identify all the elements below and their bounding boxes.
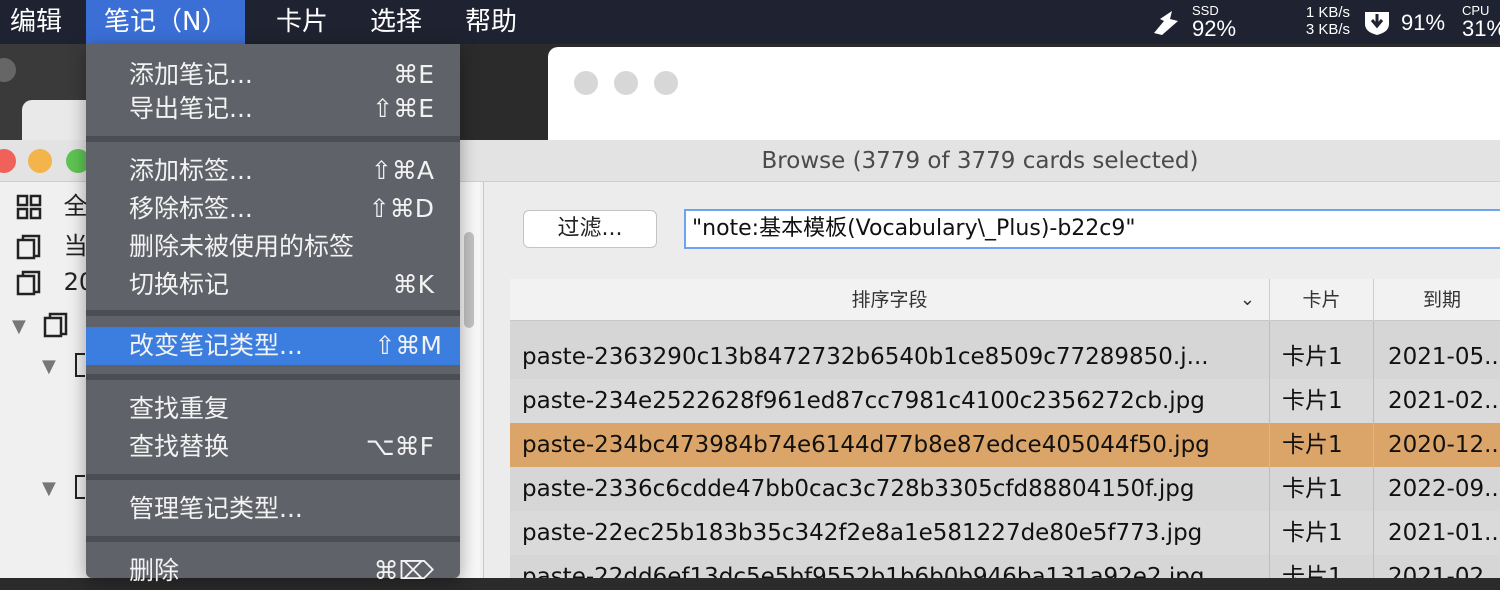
menu-edit[interactable]: 编辑: [10, 0, 62, 44]
sidebar-subgroup[interactable]: ▼: [42, 350, 86, 384]
sidebar-item-current[interactable]: 当: [16, 226, 88, 260]
table-row[interactable]: paste-22dd6ef13dc5e5bf9552b1b6b0b946ba13…: [510, 555, 1500, 578]
close-button[interactable]: [0, 149, 16, 173]
minimize-dot[interactable]: [614, 71, 638, 95]
sidebar-item-label: 全: [63, 192, 88, 220]
chevron-down-icon: ⌄: [1239, 289, 1255, 310]
menu-item-add-note[interactable]: 添加笔记... ⌘E: [86, 56, 460, 94]
column-sort-field[interactable]: 排序字段 ⌄: [510, 279, 1270, 321]
table-row-selected[interactable]: paste-234bc473984b74e6144d77b8e87edce405…: [510, 423, 1500, 467]
menu-separator: [86, 136, 460, 142]
deck-icon: [75, 475, 86, 499]
menu-select[interactable]: 选择: [370, 0, 422, 44]
shortcut-label: ⇧⌘D: [368, 194, 434, 223]
minimize-button[interactable]: [28, 149, 52, 173]
menu-separator: [86, 310, 460, 316]
column-header-label: 排序字段: [851, 289, 928, 311]
filter-button[interactable]: 过滤...: [523, 210, 657, 248]
sidebar-item-label: 当: [63, 232, 88, 260]
cell-due: 2021-02...: [1374, 555, 1500, 578]
deck-icon: [16, 234, 41, 260]
cell-card: 卡片1: [1270, 379, 1374, 423]
table-row[interactable]: paste-2336c6cdde47bb0cac3c728b3305cfd888…: [510, 467, 1500, 511]
menu-item-manage-note-types[interactable]: 管理笔记类型...: [86, 490, 460, 528]
disclosure-triangle-icon[interactable]: ▼: [42, 356, 56, 377]
disclosure-triangle-icon[interactable]: ▼: [42, 478, 56, 499]
cell-sort-field: paste-234e2522628f961ed87cc7981c4100c235…: [510, 379, 1270, 423]
menu-cards[interactable]: 卡片: [276, 0, 328, 44]
menu-item-toggle-mark[interactable]: 切换标记 ⌘K: [86, 266, 460, 304]
cell-sort-field: paste-2363290c13b8472732b6540b1ce8509c77…: [510, 335, 1270, 379]
table-row[interactable]: paste-2363290c13b8472732b6540b1ce8509c77…: [510, 335, 1500, 379]
shortcut-label: ⌘K: [392, 270, 434, 299]
sidebar-subgroup[interactable]: ▼: [42, 472, 86, 506]
menu-item-remove-tags[interactable]: 移除标签... ⇧⌘D: [86, 190, 460, 228]
cell-card: 卡片1: [1270, 467, 1374, 511]
shortcut-label: ⌘⌦: [373, 556, 434, 585]
menu-item-delete[interactable]: 删除 ⌘⌦: [86, 552, 460, 590]
column-due[interactable]: 到期: [1374, 279, 1500, 321]
shield-icon: [1365, 12, 1389, 35]
cell-due: 2021-02...: [1374, 379, 1500, 423]
deck-icon: [16, 270, 41, 296]
sidebar-scrollbar[interactable]: [460, 182, 480, 578]
notes-menu: 添加笔记... ⌘E 导出笔记... ⇧⌘E 添加标签... ⇧⌘A 移除标签... ⇧…: [86, 44, 460, 585]
menu-item-find-duplicates[interactable]: 查找重复: [86, 390, 460, 428]
background-dialog: [548, 47, 1500, 140]
cell-sort-field: paste-234bc473984b74e6144d77b8e87edce405…: [510, 423, 1270, 467]
menu-separator: [86, 474, 460, 480]
cell-card: 卡片1: [1270, 335, 1374, 379]
net-down: 3 KB/s: [1305, 21, 1350, 38]
column-card[interactable]: 卡片: [1270, 279, 1374, 321]
cell-due: 2021-01...: [1374, 511, 1500, 555]
sidebar-item-date[interactable]: 20: [16, 268, 94, 302]
grid-icon: [16, 194, 42, 220]
table-header: 排序字段 ⌄ 卡片 到期: [510, 279, 1500, 321]
table-body: paste-2363290c13b8472732b6540b1ce8509c77…: [510, 335, 1500, 578]
traffic-light: [0, 58, 16, 82]
close-dot[interactable]: [574, 71, 598, 95]
menu-separator: [86, 536, 460, 542]
zoom-dot[interactable]: [654, 71, 678, 95]
menu-item-change-note-type[interactable]: 改变笔记类型... ⇧⌘M: [86, 327, 460, 365]
menu-item-add-tags[interactable]: 添加标签... ⇧⌘A: [86, 152, 460, 190]
menu-help[interactable]: 帮助: [465, 0, 517, 44]
menu-notes[interactable]: 笔记（N）: [86, 0, 246, 44]
shortcut-label: ⇧⌘A: [370, 156, 434, 185]
cell-sort-field: paste-2336c6cdde47bb0cac3c728b3305cfd888…: [510, 467, 1270, 511]
net-up: 1 KB/s: [1305, 4, 1350, 21]
cpu-value: 31%: [1462, 16, 1500, 41]
scrollbar-thumb[interactable]: [464, 232, 474, 328]
table-row[interactable]: paste-234e2522628f961ed87cc7981c4100c235…: [510, 379, 1500, 423]
cell-sort-field: paste-22dd6ef13dc5e5bf9552b1b6b0b946ba13…: [510, 555, 1270, 578]
shortcut-label: ⌘E: [393, 60, 434, 89]
search-input[interactable]: "note:基本模板(Vocabulary\_Plus)-b22c9": [684, 209, 1500, 249]
sidebar-item-all[interactable]: 全: [16, 186, 88, 220]
battery-value: 91%: [1401, 10, 1446, 35]
cell-due: 2021-05...: [1374, 335, 1500, 379]
menu-item-export-notes[interactable]: 导出笔记... ⇧⌘E: [86, 90, 460, 128]
cell-due: 2022-09...: [1374, 467, 1500, 511]
cell-card: 卡片1: [1270, 423, 1374, 467]
deck-icon: [44, 312, 68, 338]
menu-item-find-replace[interactable]: 查找替换 ⌥⌘F: [86, 428, 460, 466]
cell-card: 卡片1: [1270, 511, 1374, 555]
shortcut-label: ⌥⌘F: [365, 432, 434, 461]
table-row[interactable]: paste-22ec25b183b35c342f2e8a1e581227de80…: [510, 511, 1500, 555]
deck-icon: [75, 353, 86, 377]
menu-bar: 编辑 笔记（N） 卡片 选择 帮助 SSD 92% 1 KB/s 3 KB/s …: [0, 0, 1500, 44]
disclosure-triangle-icon[interactable]: ▼: [12, 316, 26, 337]
window-title: Browse (3779 of 3779 cards selected): [761, 148, 1199, 174]
cell-card: 卡片1: [1270, 555, 1374, 578]
cell-sort-field: paste-22ec25b183b35c342f2e8a1e581227de80…: [510, 511, 1270, 555]
shortcut-label: ⇧⌘E: [372, 94, 434, 123]
sidebar-group[interactable]: ▼: [12, 310, 69, 344]
menu-item-clear-unused-tags[interactable]: 删除未被使用的标签: [86, 228, 460, 266]
menu-separator: [86, 374, 460, 380]
ssd-value: 92%: [1192, 16, 1237, 41]
shortcut-label: ⇧⌘M: [374, 331, 442, 360]
ssd-icon: [1154, 11, 1178, 35]
cell-due: 2020-12...: [1374, 423, 1500, 467]
